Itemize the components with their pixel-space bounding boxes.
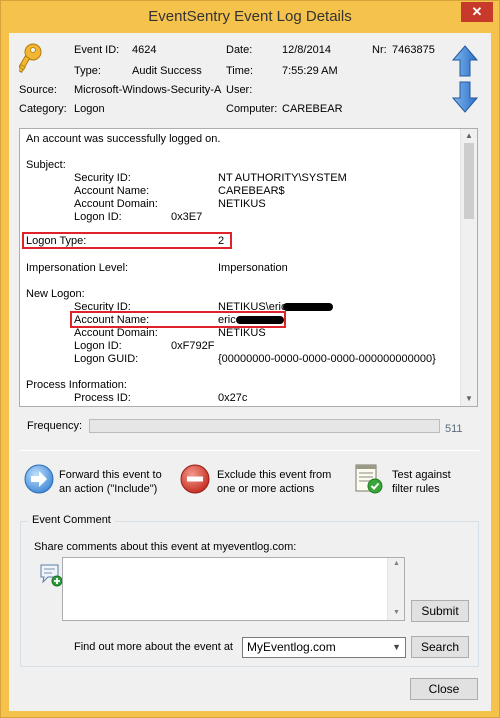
process-info-header: Process Information:: [26, 379, 127, 391]
site-select[interactable]: MyEventlog.com ▼: [242, 637, 406, 658]
new-logon-account-name-value: eric: [218, 314, 236, 326]
comment-prompt: Share comments about this event at myeve…: [34, 541, 297, 553]
test-filter-icon[interactable]: [353, 464, 383, 494]
time-label: Time:: [226, 65, 254, 77]
new-logon-logon-id-value: 0xF792F: [171, 340, 215, 352]
dialog-client: Event ID: 4624 Date: 12/8/2014 Nr: 74638…: [9, 33, 491, 711]
time-value: 7:55:29 AM: [282, 65, 338, 77]
arrow-up-icon[interactable]: [452, 45, 478, 77]
comment-scroll-up-icon[interactable]: ▲: [393, 560, 400, 567]
comment-scrollbar[interactable]: ▲ ▼: [387, 558, 404, 620]
scroll-down-icon[interactable]: ▼: [465, 394, 473, 403]
event-comment-title: Event Comment: [28, 514, 115, 526]
subject-security-id-label: Security ID:: [74, 172, 131, 184]
nr-label: Nr:: [372, 44, 387, 56]
site-select-value: MyEventlog.com: [247, 640, 336, 654]
redaction-mask: [283, 303, 333, 311]
key-icon: [19, 43, 42, 74]
logon-type-label: Logon Type:: [26, 235, 87, 247]
new-logon-account-domain-label: Account Domain:: [74, 327, 158, 339]
forward-action-line2[interactable]: an action ("Include"): [59, 483, 157, 495]
description-intro: An account was successfully logged on.: [26, 133, 221, 145]
type-label: Type:: [74, 65, 101, 77]
redaction-mask: [236, 316, 284, 324]
subject-logon-id-value: 0x3E7: [171, 211, 203, 223]
forward-arrow-icon[interactable]: [24, 464, 54, 494]
scrollbar-thumb[interactable]: [464, 143, 474, 219]
chevron-down-icon[interactable]: ▼: [392, 638, 401, 657]
frequency-bar: [89, 419, 440, 433]
subject-header: Subject:: [26, 159, 66, 171]
window-close-icon[interactable]: ✕: [461, 2, 493, 22]
new-logon-account-domain-value: NETIKUS: [218, 327, 266, 339]
event-id-label: Event ID:: [74, 44, 120, 56]
event-description-textbox[interactable]: An account was successfully logged on. S…: [19, 128, 478, 407]
exclude-icon[interactable]: [180, 464, 210, 494]
find-out-label: Find out more about the event at: [74, 641, 233, 653]
source-value: Microsoft-Windows-Security-A: [74, 84, 222, 96]
submit-button[interactable]: Submit: [411, 600, 469, 622]
source-label: Source:: [19, 84, 57, 96]
test-action-line2[interactable]: filter rules: [392, 483, 440, 495]
category-value: Logon: [74, 103, 105, 115]
arrow-down-icon[interactable]: [452, 81, 478, 113]
new-logon-logon-guid-value: {00000000-0000-0000-0000-000000000000}: [218, 353, 436, 365]
frequency-count: 511: [445, 423, 463, 435]
window-title: EventSentry Event Log Details: [148, 8, 352, 25]
separator: [19, 450, 479, 451]
process-id-value: 0x27c: [218, 392, 248, 404]
new-logon-account-name-label: Account Name:: [74, 314, 150, 326]
scroll-up-icon[interactable]: ▲: [465, 131, 473, 140]
comment-scroll-down-icon[interactable]: ▼: [393, 609, 400, 616]
subject-account-domain-value: NETIKUS: [218, 198, 266, 210]
close-button[interactable]: Close: [410, 678, 478, 700]
new-logon-logon-guid-label: Logon GUID:: [74, 353, 139, 365]
impersonation-level-label: Impersonation Level:: [26, 262, 129, 274]
subject-logon-id-label: Logon ID:: [74, 211, 122, 223]
logon-type-value: 2: [218, 235, 225, 247]
process-id-label: Process ID:: [74, 392, 131, 404]
exclude-action-line2[interactable]: one or more actions: [217, 483, 314, 495]
search-button[interactable]: Search: [411, 636, 469, 658]
nr-value: 7463875: [392, 44, 435, 56]
event-details-window: EventSentry Event Log Details ✕ Event ID…: [0, 0, 500, 718]
comment-textarea[interactable]: ▲ ▼: [62, 557, 405, 621]
event-id-value: 4624: [132, 44, 157, 56]
category-label: Category:: [19, 103, 67, 115]
forward-action-line1[interactable]: Forward this event to: [59, 469, 162, 481]
type-value: Audit Success: [132, 65, 202, 77]
date-label: Date:: [226, 44, 253, 56]
subject-account-name-label: Account Name:: [74, 185, 150, 197]
computer-value: CAREBEAR: [282, 103, 343, 115]
subject-account-name-value: CAREBEAR$: [218, 185, 285, 197]
add-comment-icon: [40, 564, 63, 587]
subject-account-domain-label: Account Domain:: [74, 198, 158, 210]
description-scrollbar[interactable]: ▲ ▼: [460, 129, 477, 406]
computer-label: Computer:: [226, 103, 278, 115]
new-logon-header: New Logon:: [26, 288, 85, 300]
frequency-label: Frequency:: [27, 420, 83, 432]
date-value: 12/8/2014: [282, 44, 331, 56]
exclude-action-line1[interactable]: Exclude this event from: [217, 469, 331, 481]
subject-security-id-value: NT AUTHORITY\SYSTEM: [218, 172, 347, 184]
new-logon-logon-id-label: Logon ID:: [74, 340, 122, 352]
user-label: User:: [226, 84, 253, 96]
test-action-line1[interactable]: Test against: [392, 469, 451, 481]
impersonation-level-value: Impersonation: [218, 262, 288, 274]
